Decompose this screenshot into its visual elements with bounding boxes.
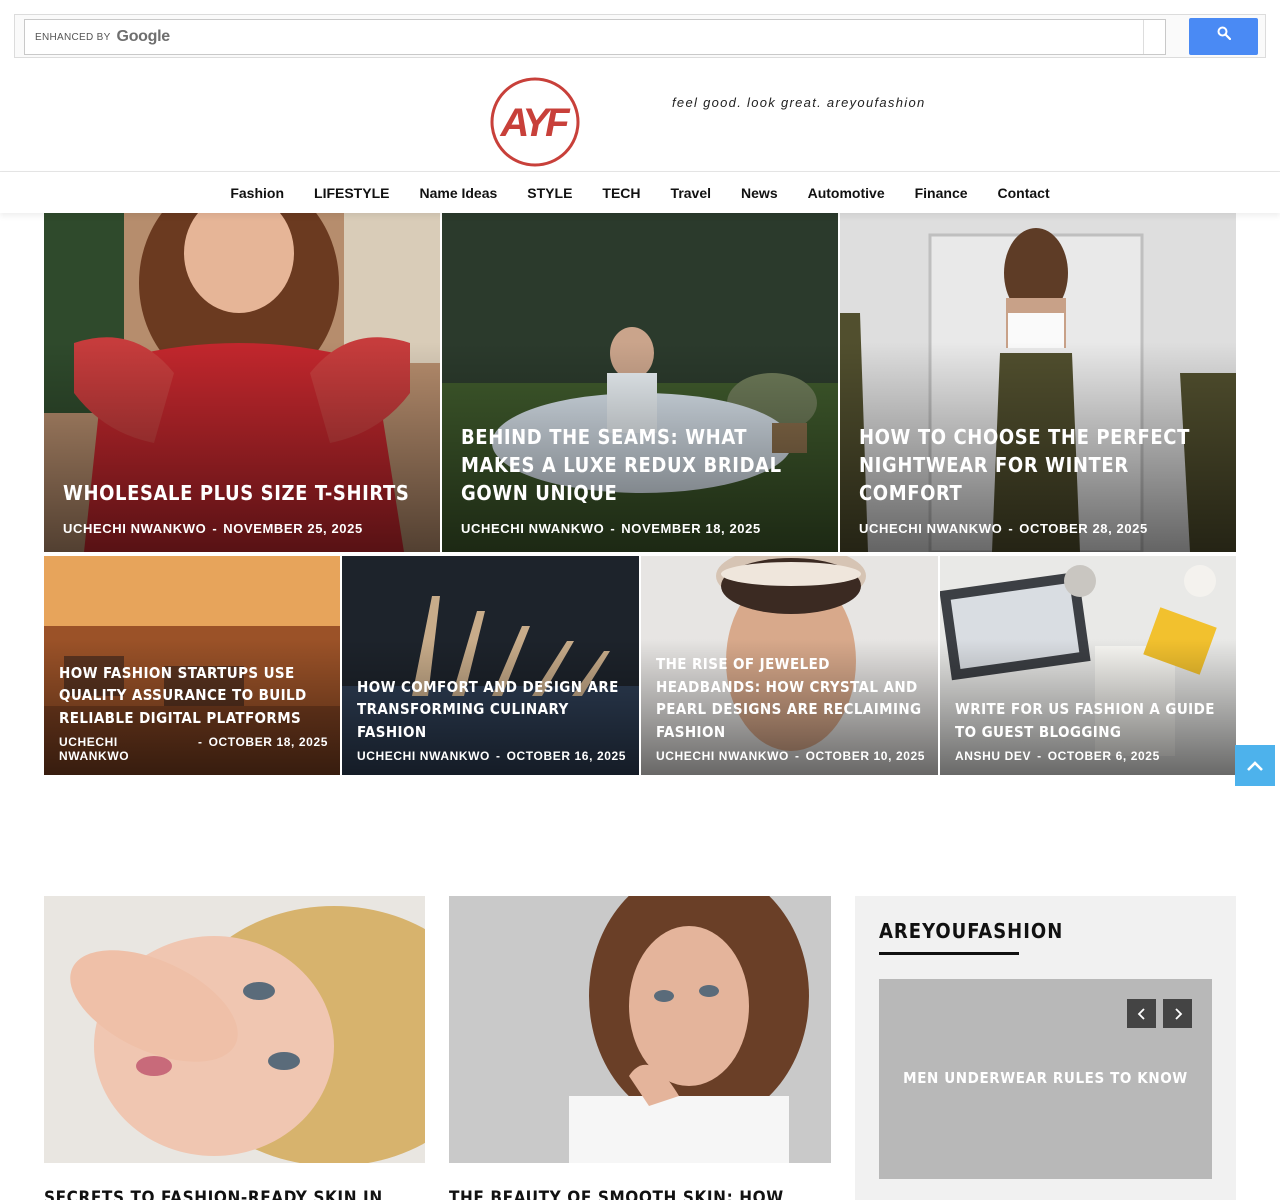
hero-title[interactable]: WHOLESALE PLUS SIZE T-SHIRTS (63, 479, 424, 507)
article-image[interactable] (449, 896, 831, 1163)
post-meta: UCHECHI NWANKWO - OCTOBER 10, 2025 (656, 749, 926, 763)
enhanced-by-label: ENHANCED BY (35, 31, 111, 43)
post-author[interactable]: ANSHU DEV (955, 749, 1031, 763)
logo-text: AYF (499, 101, 571, 145)
search-field[interactable]: ENHANCED BY Google (24, 19, 1166, 55)
back-to-top-button[interactable] (1235, 745, 1275, 786)
meta-separator: - (1008, 521, 1014, 536)
meta-separator: - (212, 521, 218, 536)
hero-title[interactable]: HOW TO CHOOSE THE PERFECT NIGHTWEAR FOR … (859, 423, 1220, 507)
article-title[interactable]: SECRETS TO FASHION-READY SKIN IN (44, 1188, 383, 1200)
post-date: OCTOBER 6, 2025 (1047, 749, 1160, 763)
hero-tile-small[interactable]: THE RISE OF JEWELED HEADBANDS: HOW CRYST… (641, 556, 938, 775)
post-date: OCTOBER 18, 2025 (208, 735, 329, 749)
site-logo[interactable]: AYF (488, 76, 582, 168)
post-meta: ANSHU DEV - OCTOBER 6, 2025 (955, 749, 1224, 763)
hero-title[interactable]: WRITE FOR US FASHION A GUIDE TO GUEST BL… (955, 698, 1224, 743)
article-title[interactable]: THE BEAUTY OF SMOOTH SKIN: HOW (449, 1188, 784, 1200)
post-author[interactable]: UCHECHI NWANKWO (63, 521, 206, 536)
hero-tile[interactable]: BEHIND THE SEAMS: WHAT MAKES A LUXE REDU… (442, 213, 838, 552)
nav-item-lifestyle[interactable]: LIFESTYLE (299, 185, 404, 201)
meta-separator: - (610, 521, 616, 536)
sidebar-slider[interactable]: MEN UNDERWEAR RULES TO KNOW (879, 979, 1212, 1179)
search-bar: ENHANCED BY Google (14, 14, 1266, 58)
search-input[interactable]: ENHANCED BY Google (25, 20, 1145, 54)
post-meta: UCHECHI NWANKWO - OCTOBER 18, 2025 (59, 735, 328, 763)
meta-separator: - (1037, 749, 1042, 763)
slider-next-button[interactable] (1163, 999, 1192, 1028)
post-date: NOVEMBER 25, 2025 (223, 521, 363, 536)
post-date: OCTOBER 28, 2025 (1019, 521, 1148, 536)
hero-title[interactable]: BEHIND THE SEAMS: WHAT MAKES A LUXE REDU… (461, 423, 822, 507)
search-button[interactable] (1189, 18, 1258, 55)
nav-item-name-ideas[interactable]: Name Ideas (404, 185, 512, 201)
article-photo (449, 896, 831, 1163)
post-date: OCTOBER 16, 2025 (506, 749, 627, 763)
meta-separator: - (197, 735, 203, 749)
meta-separator: - (795, 749, 800, 763)
nav-item-news[interactable]: News (726, 185, 793, 201)
hero-title[interactable]: THE RISE OF JEWELED HEADBANDS: HOW CRYST… (656, 653, 926, 743)
search-icon (1217, 26, 1231, 40)
post-date: OCTOBER 10, 2025 (805, 749, 926, 763)
chevron-up-icon (1247, 760, 1263, 771)
post-author[interactable]: UCHECHI NWANKWO (461, 521, 604, 536)
nav-item-tech[interactable]: TECH (587, 185, 655, 201)
nav-item-style[interactable]: STYLE (512, 185, 587, 201)
sidebar-title: AREYOUFASHION (879, 919, 1064, 943)
main-nav: Fashion LIFESTYLE Name Ideas STYLE TECH … (0, 172, 1280, 213)
nav-item-contact[interactable]: Contact (983, 185, 1065, 201)
sidebar-widget: AREYOUFASHION MEN UNDERWEAR RULES TO KNO… (855, 896, 1236, 1200)
post-meta: UCHECHI NWANKWO - OCTOBER 28, 2025 (859, 521, 1220, 536)
post-meta: UCHECHI NWANKWO - OCTOBER 16, 2025 (357, 749, 627, 763)
hero-tile[interactable]: HOW TO CHOOSE THE PERFECT NIGHTWEAR FOR … (840, 213, 1236, 552)
chevron-left-icon (1137, 1007, 1145, 1020)
nav-item-finance[interactable]: Finance (900, 185, 983, 201)
hero-title[interactable]: HOW COMFORT AND DESIGN ARE TRANSFORMING … (357, 676, 627, 744)
hero-tile-small[interactable]: WRITE FOR US FASHION A GUIDE TO GUEST BL… (940, 556, 1236, 775)
hero-tile-small[interactable]: HOW FASHION STARTUPS USE QUALITY ASSURAN… (44, 556, 340, 775)
google-wordmark: Google (116, 28, 171, 45)
article-photo (44, 896, 425, 1163)
slider-prev-button[interactable] (1127, 999, 1156, 1028)
sidebar-title-underline (879, 952, 1019, 955)
meta-separator: - (496, 749, 501, 763)
post-date: NOVEMBER 18, 2025 (621, 521, 761, 536)
hero-title[interactable]: HOW FASHION STARTUPS USE QUALITY ASSURAN… (59, 662, 328, 730)
hero-tile-small[interactable]: HOW COMFORT AND DESIGN ARE TRANSFORMING … (342, 556, 639, 775)
nav-item-fashion[interactable]: Fashion (215, 185, 299, 201)
post-author[interactable]: UCHECHI NWANKWO (656, 749, 789, 763)
chevron-right-icon (1174, 1007, 1182, 1020)
hero-tile[interactable]: WHOLESALE PLUS SIZE T-SHIRTS UCHECHI NWA… (44, 213, 440, 552)
search-clear-area[interactable] (1143, 20, 1165, 54)
nav-item-automotive[interactable]: Automotive (793, 185, 900, 201)
post-author[interactable]: UCHECHI NWANKWO (59, 735, 192, 763)
post-meta: UCHECHI NWANKWO - NOVEMBER 18, 2025 (461, 521, 822, 536)
post-author[interactable]: UCHECHI NWANKWO (357, 749, 490, 763)
post-author[interactable]: UCHECHI NWANKWO (859, 521, 1002, 536)
nav-item-travel[interactable]: Travel (656, 185, 726, 201)
post-meta: UCHECHI NWANKWO - NOVEMBER 25, 2025 (63, 521, 424, 536)
article-image[interactable] (44, 896, 425, 1163)
slider-post-title[interactable]: MEN UNDERWEAR RULES TO KNOW (879, 1069, 1212, 1087)
site-tagline: feel good. look great. areyoufashion (672, 95, 926, 110)
